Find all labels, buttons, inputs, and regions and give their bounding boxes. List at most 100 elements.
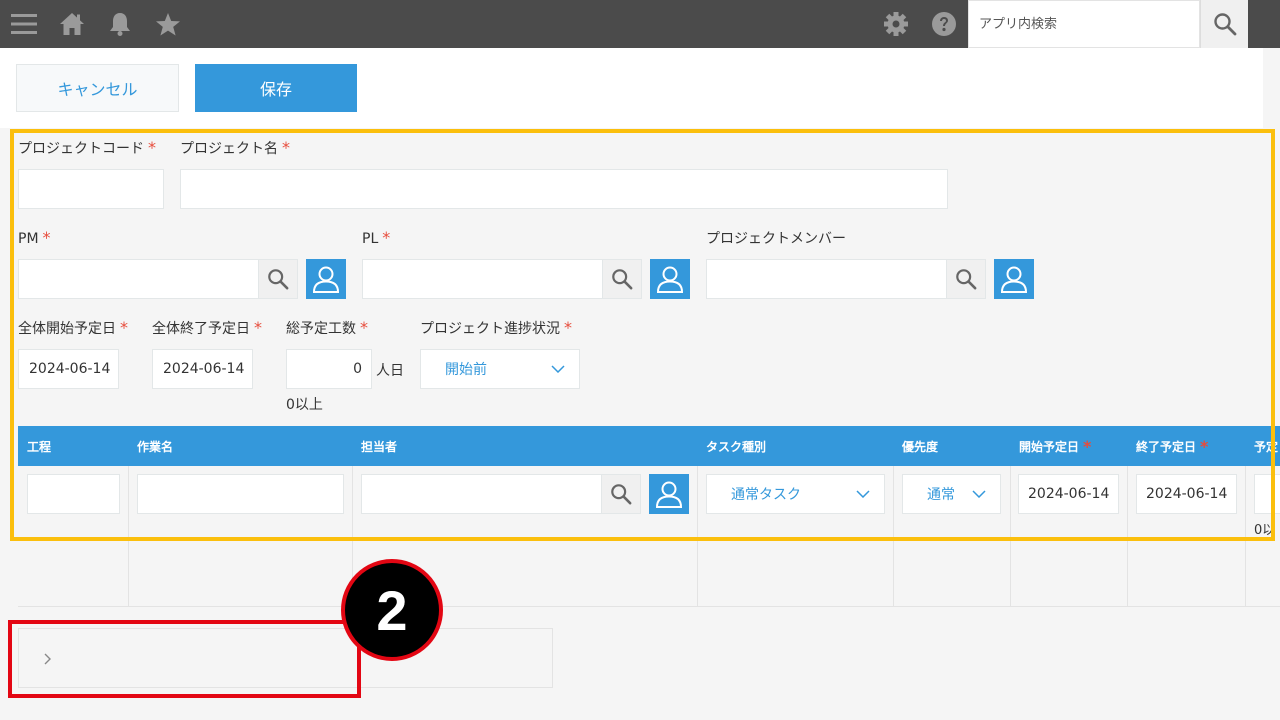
required-mark: *: [1200, 436, 1209, 456]
total-effort-hint: 0以上: [286, 397, 323, 413]
row-start-date-input[interactable]: 2024-06-14: [1018, 474, 1119, 514]
chevron-down-icon: [856, 490, 870, 498]
row-priority-select[interactable]: 通常: [902, 474, 1001, 514]
total-effort-input[interactable]: 0: [286, 349, 372, 389]
row-assignee-input[interactable]: [361, 474, 603, 514]
members-input[interactable]: [706, 259, 948, 299]
members-user-select-button[interactable]: [994, 259, 1034, 299]
th-start-date: 開始予定日 *: [1019, 426, 1091, 466]
th-end-date: 終了予定日 *: [1136, 426, 1208, 466]
members-label-text: プロジェクトメンバー: [706, 231, 846, 247]
project-name-label-text: プロジェクト名: [180, 141, 278, 157]
required-mark: *: [254, 318, 262, 337]
home-icon[interactable]: [52, 0, 92, 48]
search-button[interactable]: [1200, 0, 1248, 48]
hamburger-menu-icon[interactable]: [4, 0, 44, 48]
row-task-type-value: 通常タスク: [731, 487, 801, 503]
members-search-button[interactable]: [946, 259, 986, 299]
search-icon: [612, 269, 633, 290]
column-divider: [1245, 466, 1246, 607]
start-date-input[interactable]: 2024-06-14: [18, 349, 119, 389]
pm-user-select-button[interactable]: [306, 259, 346, 299]
project-code-label: プロジェクトコード *: [18, 138, 156, 158]
pm-input[interactable]: [18, 259, 260, 299]
project-name-label: プロジェクト名 *: [180, 138, 290, 158]
members-label: プロジェクトメンバー: [706, 228, 846, 248]
top-bar: [0, 0, 1280, 48]
required-mark: *: [42, 228, 51, 247]
app-search-input[interactable]: [968, 0, 1200, 48]
status-select[interactable]: 開始前: [420, 349, 580, 389]
pl-label-text: PL: [362, 231, 379, 247]
required-mark: *: [282, 138, 290, 157]
star-icon[interactable]: [148, 0, 188, 48]
total-effort-unit: 人日: [376, 363, 404, 379]
project-name-input[interactable]: [180, 169, 948, 209]
user-icon: [655, 481, 683, 508]
th-assignee: 担当者: [361, 439, 398, 454]
column-divider: [1010, 466, 1011, 607]
search-icon: [956, 269, 977, 290]
column-divider: [128, 466, 129, 607]
status-select-value: 開始前: [445, 362, 487, 378]
end-date-input[interactable]: 2024-06-14: [152, 349, 253, 389]
end-date-label: 全体終了予定日 *: [152, 318, 262, 338]
row-effort-input-partial[interactable]: [1254, 474, 1280, 514]
required-mark: *: [360, 318, 368, 337]
search-icon: [611, 484, 632, 505]
required-mark: *: [564, 318, 572, 337]
pl-user-select-button[interactable]: [650, 259, 690, 299]
project-code-label-text: プロジェクトコード: [18, 141, 144, 157]
end-date-label-text: 全体終了予定日: [152, 321, 250, 337]
total-effort-label-text: 総予定工数: [286, 321, 356, 337]
task-table-header: 工程 作業名 担当者 タスク種別 優先度 開始予定日 * 終了予定日 * 予定: [18, 426, 1280, 466]
th-priority: 優先度: [902, 439, 939, 454]
step-number-badge: 2: [341, 559, 443, 661]
start-date-label-text: 全体開始予定日: [18, 321, 116, 337]
th-task-type: タスク種別: [706, 439, 767, 454]
required-mark: *: [120, 318, 128, 337]
row-effort-hint: 0以: [1254, 523, 1276, 538]
required-mark: *: [382, 228, 391, 247]
column-divider: [893, 466, 894, 607]
cancel-button[interactable]: キャンセル: [16, 64, 179, 112]
user-icon: [656, 266, 684, 293]
user-icon: [1000, 266, 1028, 293]
status-label: プロジェクト進捗状況 *: [420, 318, 572, 338]
pm-label-text: PM: [18, 231, 39, 247]
required-mark: *: [148, 138, 156, 157]
required-mark: *: [1083, 436, 1092, 456]
project-code-input[interactable]: [18, 169, 164, 209]
chevron-down-icon: [972, 490, 986, 498]
chevron-down-icon: [551, 365, 565, 373]
row-assignee-search-button[interactable]: [601, 474, 641, 514]
column-divider: [697, 466, 698, 607]
user-icon: [312, 266, 340, 293]
pl-label: PL *: [362, 228, 390, 247]
collapsed-panel[interactable]: [18, 628, 553, 688]
start-date-label: 全体開始予定日 *: [18, 318, 128, 338]
action-toolbar: キャンセル 保存: [0, 48, 1263, 128]
th-end-date-text: 終了予定日: [1136, 439, 1197, 454]
save-button[interactable]: 保存: [195, 64, 357, 112]
search-icon: [268, 269, 289, 290]
chevron-right-icon[interactable]: [44, 653, 52, 665]
row-task-type-select[interactable]: 通常タスク: [706, 474, 885, 514]
row-end-date-input[interactable]: 2024-06-14: [1136, 474, 1237, 514]
pm-search-button[interactable]: [258, 259, 298, 299]
th-cut-off: 予定: [1254, 439, 1279, 454]
status-label-text: プロジェクト進捗状況: [420, 321, 560, 337]
th-process: 工程: [27, 439, 52, 454]
help-icon[interactable]: [924, 0, 964, 48]
column-divider: [1127, 466, 1128, 607]
pl-search-button[interactable]: [602, 259, 642, 299]
bell-icon[interactable]: [100, 0, 140, 48]
row-assignee-user-button[interactable]: [649, 474, 689, 514]
row-priority-value: 通常: [927, 487, 955, 503]
gear-icon[interactable]: [876, 0, 916, 48]
row-task-name-input[interactable]: [137, 474, 344, 514]
row-process-input[interactable]: [27, 474, 120, 514]
pl-input[interactable]: [362, 259, 604, 299]
th-start-date-text: 開始予定日: [1019, 439, 1080, 454]
search-icon: [1213, 13, 1236, 36]
